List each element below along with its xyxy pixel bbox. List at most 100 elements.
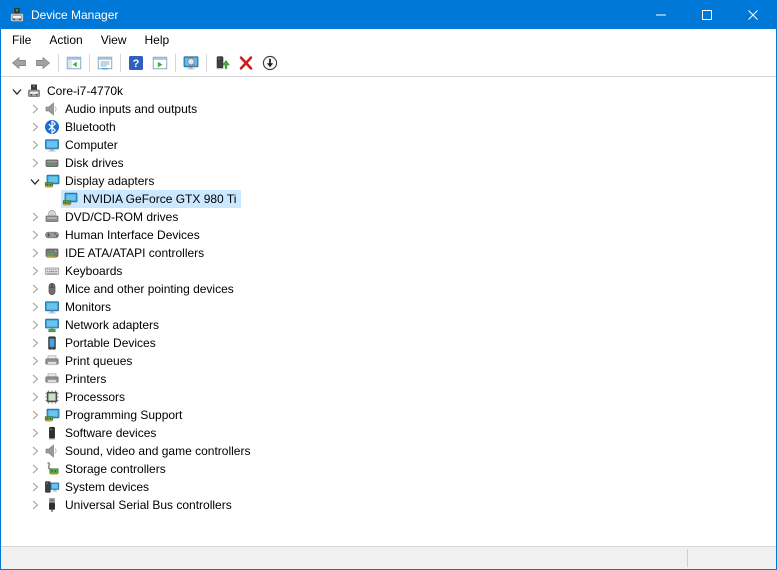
tree-item-label: IDE ATA/ATAPI controllers	[65, 246, 205, 260]
expand-chevron-icon[interactable]	[27, 209, 43, 225]
tree-item-mice-and-other-pointing-devices[interactable]: Mice and other pointing devices	[1, 280, 776, 298]
mouse-icon	[44, 281, 60, 297]
back-button[interactable]	[7, 52, 31, 74]
update-driver-button[interactable]	[210, 52, 234, 74]
tree-item-processors[interactable]: Processors	[1, 388, 776, 406]
disk-drive-icon	[44, 155, 60, 171]
tree-item-audio-inputs-and-outputs[interactable]: Audio inputs and outputs	[1, 100, 776, 118]
minimize-button[interactable]	[638, 1, 684, 29]
uninstall-icon	[238, 55, 254, 71]
show-action-pane-button[interactable]	[148, 52, 172, 74]
tree-item-content[interactable]: Mice and other pointing devices	[43, 280, 239, 298]
tree-item-content[interactable]: Disk drives	[43, 154, 129, 172]
tree-item-content[interactable]: Universal Serial Bus controllers	[43, 496, 237, 514]
tree-item-content[interactable]: Processors	[43, 388, 130, 406]
tree-item-content[interactable]: Printers	[43, 370, 111, 388]
expand-chevron-icon[interactable]	[27, 407, 43, 423]
tree-item-printers[interactable]: Printers	[1, 370, 776, 388]
tree-item-keyboards[interactable]: Keyboards	[1, 262, 776, 280]
expand-chevron-icon[interactable]	[27, 497, 43, 513]
menu-bar: File Action View Help	[1, 29, 776, 50]
tree-item-software-devices[interactable]: Software devices	[1, 424, 776, 442]
tree-item-content[interactable]: Display adapters	[43, 172, 159, 190]
tree-item-content[interactable]: Print queues	[43, 352, 137, 370]
tree-item-content[interactable]: IDE ATA/ATAPI controllers	[43, 244, 209, 262]
menu-view[interactable]: View	[92, 30, 136, 50]
tree-item-content[interactable]: Portable Devices	[43, 334, 161, 352]
uninstall-device-button[interactable]	[234, 52, 258, 74]
tree-item-content[interactable]: Monitors	[43, 298, 116, 316]
expand-chevron-icon[interactable]	[27, 101, 43, 117]
properties-button[interactable]	[93, 52, 117, 74]
chevron-glyph	[27, 407, 43, 423]
expand-chevron-icon[interactable]	[27, 479, 43, 495]
tree-item-monitors[interactable]: Monitors	[1, 298, 776, 316]
show-console-tree-button[interactable]	[62, 52, 86, 74]
expand-chevron-icon[interactable]	[27, 299, 43, 315]
tree-item-core-i7-4770k[interactable]: Core-i7-4770k	[1, 82, 776, 100]
tree-item-computer[interactable]: Computer	[1, 136, 776, 154]
menu-action[interactable]: Action	[40, 30, 91, 50]
expand-chevron-icon[interactable]	[27, 317, 43, 333]
title-bar[interactable]: Device Manager	[1, 1, 776, 29]
tree-item-label: Software devices	[65, 426, 157, 440]
forward-button[interactable]	[31, 52, 55, 74]
tree-item-content[interactable]: System devices	[43, 478, 154, 496]
collapse-chevron-icon[interactable]	[9, 83, 25, 99]
close-button[interactable]	[730, 1, 776, 29]
expand-chevron-icon[interactable]	[27, 245, 43, 261]
tree-item-content[interactable]: Bluetooth	[43, 118, 121, 136]
scan-hardware-changes-button[interactable]	[179, 52, 203, 74]
expand-chevron-icon[interactable]	[27, 281, 43, 297]
tree-item-bluetooth[interactable]: Bluetooth	[1, 118, 776, 136]
tree-item-content[interactable]: Network adapters	[43, 316, 164, 334]
disable-device-button[interactable]	[258, 52, 282, 74]
expand-chevron-icon[interactable]	[27, 137, 43, 153]
tree-item-content[interactable]: Programming Support	[43, 406, 187, 424]
tree-item-print-queues[interactable]: Print queues	[1, 352, 776, 370]
tree-item-content[interactable]: DVD/CD-ROM drives	[43, 208, 183, 226]
maximize-button[interactable]	[684, 1, 730, 29]
tree-item-label: Portable Devices	[65, 336, 156, 350]
tree-item-content[interactable]: Storage controllers	[43, 460, 171, 478]
tree-item-portable-devices[interactable]: Portable Devices	[1, 334, 776, 352]
expand-chevron-icon[interactable]	[27, 371, 43, 387]
status-pane-right	[688, 547, 776, 569]
expand-chevron-icon[interactable]	[27, 353, 43, 369]
expand-chevron-icon[interactable]	[27, 119, 43, 135]
tree-item-content[interactable]: Software devices	[43, 424, 161, 442]
tree-item-network-adapters[interactable]: Network adapters	[1, 316, 776, 334]
tree-item-disk-drives[interactable]: Disk drives	[1, 154, 776, 172]
tree-item-universal-serial-bus-controllers[interactable]: Universal Serial Bus controllers	[1, 496, 776, 514]
expand-chevron-icon[interactable]	[27, 155, 43, 171]
menu-file[interactable]: File	[3, 30, 40, 50]
tree-item-system-devices[interactable]: System devices	[1, 478, 776, 496]
selected-tree-item-content[interactable]: NVIDIA GeForce GTX 980 Ti	[61, 190, 242, 208]
expand-chevron-icon[interactable]	[27, 389, 43, 405]
tree-item-display-adapters[interactable]: Display adapters	[1, 172, 776, 190]
help-button[interactable]	[124, 52, 148, 74]
tree-item-nvidia-geforce-gtx-980-ti[interactable]: NVIDIA GeForce GTX 980 Ti	[1, 190, 776, 208]
tree-item-human-interface-devices[interactable]: Human Interface Devices	[1, 226, 776, 244]
tree-item-sound-video-and-game-controllers[interactable]: Sound, video and game controllers	[1, 442, 776, 460]
tree-item-content[interactable]: Keyboards	[43, 262, 127, 280]
expand-chevron-icon[interactable]	[27, 443, 43, 459]
chevron-glyph	[27, 389, 43, 405]
tree-item-dvd-cd-rom-drives[interactable]: DVD/CD-ROM drives	[1, 208, 776, 226]
expand-chevron-icon[interactable]	[27, 263, 43, 279]
tree-item-content[interactable]: Sound, video and game controllers	[43, 442, 255, 460]
tree-item-content[interactable]: Audio inputs and outputs	[43, 100, 202, 118]
expand-chevron-icon[interactable]	[27, 335, 43, 351]
tree-item-ide-ata-atapi-controllers[interactable]: IDE ATA/ATAPI controllers	[1, 244, 776, 262]
tree-item-storage-controllers[interactable]: Storage controllers	[1, 460, 776, 478]
tree-item-programming-support[interactable]: Programming Support	[1, 406, 776, 424]
expand-chevron-icon[interactable]	[27, 461, 43, 477]
tree-item-content[interactable]: Core-i7-4770k	[25, 82, 128, 100]
collapse-chevron-icon[interactable]	[27, 173, 43, 189]
expand-chevron-icon[interactable]	[27, 227, 43, 243]
tree-item-content[interactable]: Computer	[43, 136, 123, 154]
software-device-icon	[44, 425, 60, 441]
tree-item-content[interactable]: Human Interface Devices	[43, 226, 205, 244]
expand-chevron-icon[interactable]	[27, 425, 43, 441]
menu-help[interactable]: Help	[136, 30, 179, 50]
